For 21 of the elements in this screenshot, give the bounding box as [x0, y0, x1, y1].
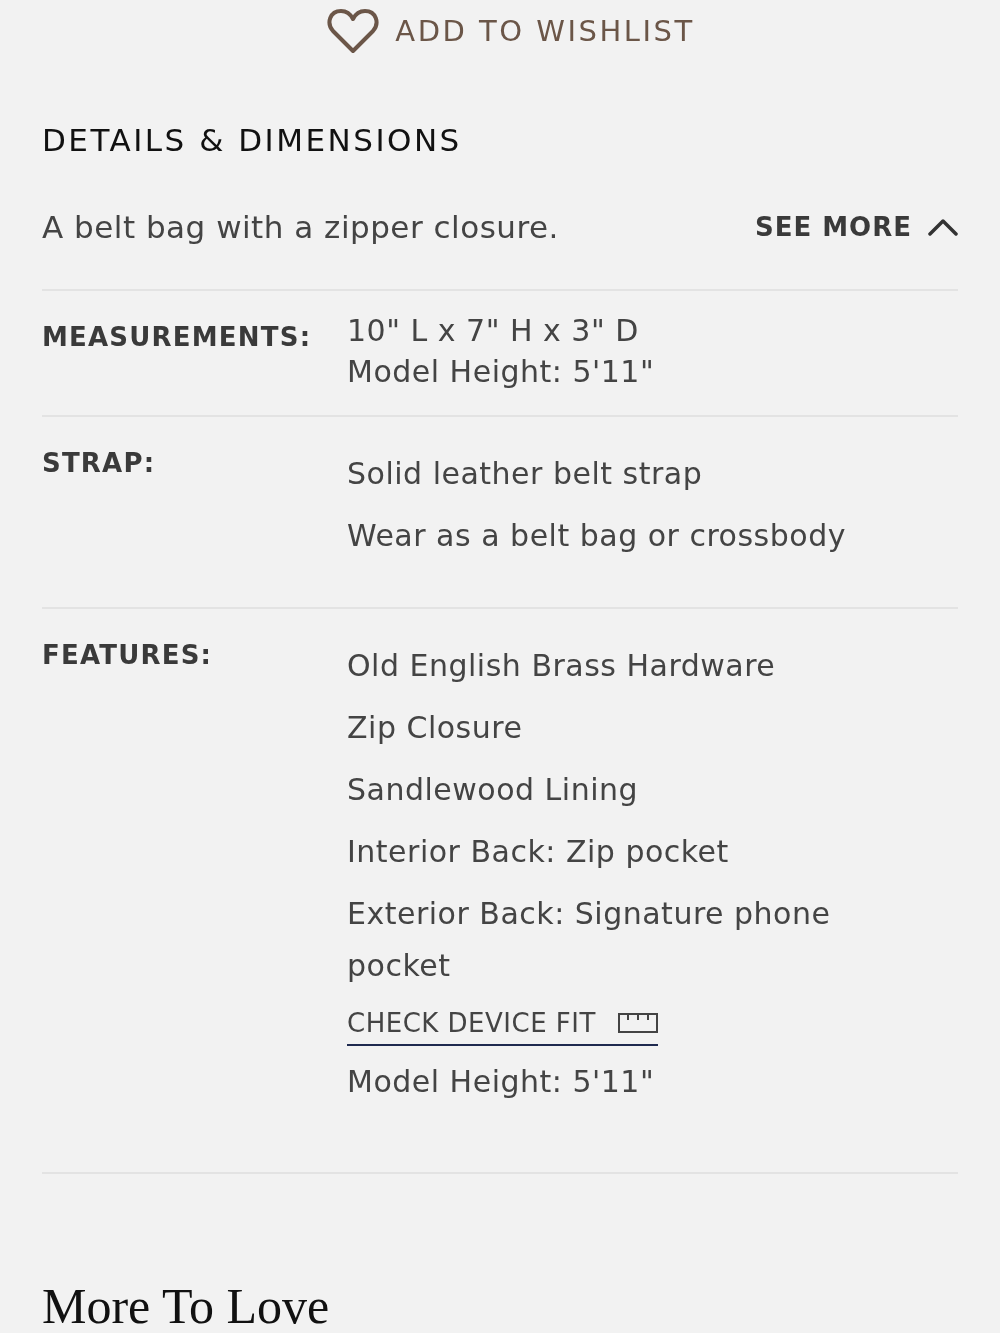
- section-heading: More To Love: [42, 1286, 331, 1326]
- spec-label: STRAP:: [42, 447, 157, 480]
- check-device-fit-link[interactable]: CHECK DEVICE FIT: [347, 1004, 658, 1046]
- see-more-button[interactable]: SEE MORE: [754, 207, 958, 247]
- product-description: A belt bag with a zipper closure.: [42, 208, 559, 247]
- spec-value: Old English Brass Hardware: [347, 647, 776, 685]
- heart-icon: [327, 8, 380, 54]
- spec-value: Model Height: 5'11": [347, 1063, 655, 1101]
- spec-label: MEASUREMENTS:: [42, 321, 313, 354]
- spec-value: Wear as a belt bag or crossbody: [347, 517, 846, 555]
- spec-label: FEATURES:: [42, 639, 214, 672]
- ruler-icon: [617, 1013, 658, 1033]
- spec-value: Solid leather belt strap: [347, 455, 703, 493]
- spec-value: Exterior Back: Signature phone pocket: [347, 895, 832, 985]
- add-to-wishlist-button[interactable]: ADD TO WISHLIST: [327, 8, 695, 54]
- spec-value: Interior Back: Zip pocket: [347, 833, 729, 871]
- spec-value: Sandlewood Lining: [347, 771, 639, 809]
- spec-value: 10" L x 7" H x 3" D: [347, 312, 640, 350]
- spec-value: Zip Closure: [347, 709, 523, 747]
- section-title: DETAILS & DIMENSIONS: [42, 121, 463, 160]
- spec-value: Model Height: 5'11": [347, 353, 656, 391]
